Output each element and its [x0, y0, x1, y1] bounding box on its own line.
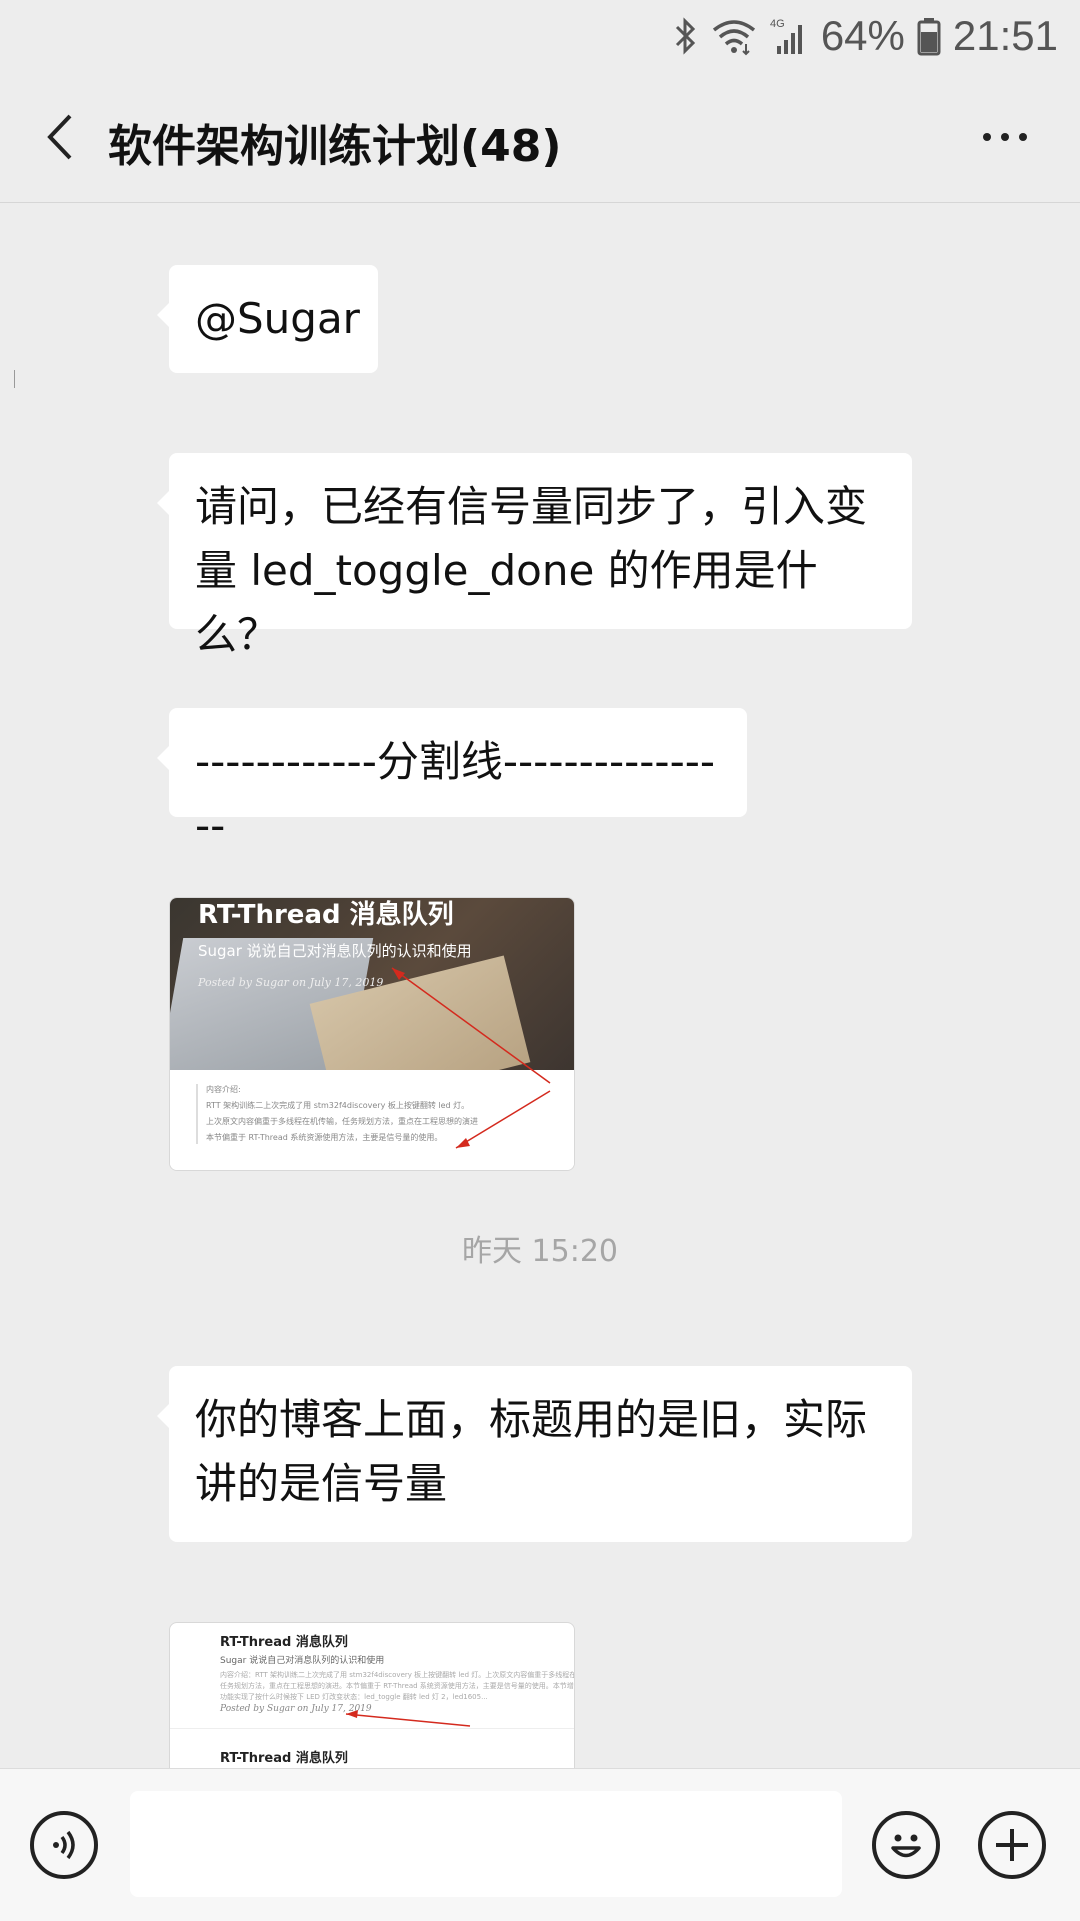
status-bar: 4G 64% 21:51: [0, 0, 1080, 72]
clock: 21:51: [952, 12, 1058, 59]
timestamp: 昨天 15:20: [462, 1234, 618, 1269]
message-bubble[interactable]: 你的博客上面，标题用的是旧，实际 讲的是信号量: [157, 1366, 912, 1542]
voice-button[interactable]: [30, 1811, 98, 1879]
message-bubble[interactable]: ------------分割线----------------: [157, 708, 747, 850]
message-text: @Sugar: [195, 294, 360, 343]
message-text: ------------分割线----------------: [195, 737, 716, 850]
emoji-button[interactable]: [872, 1811, 940, 1879]
edge-mark: [14, 370, 15, 388]
voice-icon: [53, 1830, 75, 1860]
bluetooth-icon: [673, 16, 699, 56]
red-arrow-annotation: [345, 1710, 471, 1727]
status-bar-right: 4G 64% 21:51: [673, 8, 1058, 64]
chat-header: 软件架构训练计划(48): [0, 72, 1080, 203]
message-text-line: 讲的是信号量: [195, 1459, 448, 1508]
image-message[interactable]: RT-Thread 消息队列 Sugar 说说自己对消息队列的认识和使用 Pos…: [169, 897, 575, 1171]
battery-icon: [917, 16, 941, 56]
more-dot: [1001, 133, 1009, 141]
message-text-line: 请问，已经有信号量同步了，引入变: [195, 482, 868, 531]
input-bar: [0, 1768, 1080, 1921]
message-text-line: 量 led_toggle_done 的作用是什么？: [195, 546, 818, 659]
message-bubble[interactable]: 请问，已经有信号量同步了，引入变 量 led_toggle_done 的作用是什…: [157, 453, 912, 659]
wifi-icon: [711, 16, 757, 56]
red-arrow-annotation: [391, 967, 551, 1149]
message-bubble[interactable]: @Sugar: [157, 265, 378, 373]
back-button[interactable]: [30, 107, 90, 167]
message-input[interactable]: [130, 1791, 842, 1897]
more-button[interactable]: [970, 112, 1040, 162]
message-text-line: 你的博客上面，标题用的是旧，实际: [195, 1395, 868, 1444]
more-dots-icon: [983, 133, 991, 141]
network-label: 4G: [770, 18, 785, 30]
chat-title: 软件架构训练计划(48): [108, 121, 562, 172]
more-dot: [1019, 133, 1027, 141]
emoji-icon: [891, 1834, 921, 1858]
plus-icon: [996, 1829, 1028, 1861]
plus-button[interactable]: [978, 1811, 1046, 1879]
cellular-signal-icon: 4G: [769, 16, 809, 56]
battery-percent: 64%: [820, 12, 905, 59]
chevron-left-icon: [47, 114, 72, 160]
image-message[interactable]: RT-Thread 消息队列 Sugar 说说自己对消息队列的认识和使用 内容介…: [169, 1622, 575, 1784]
